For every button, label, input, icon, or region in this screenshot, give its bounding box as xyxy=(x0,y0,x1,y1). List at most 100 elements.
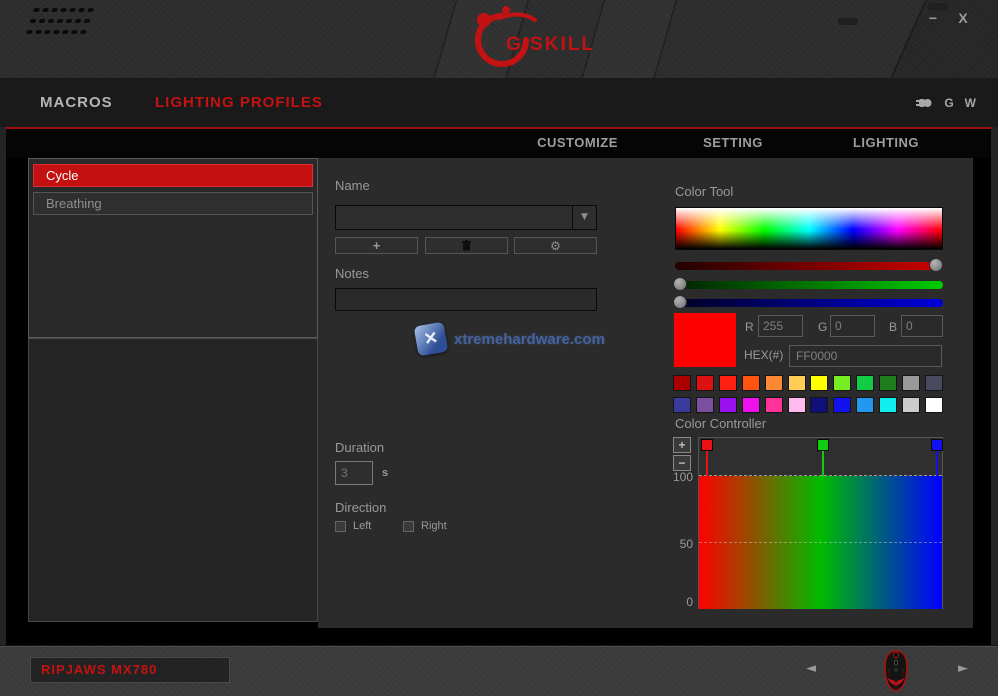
blue-slider[interactable] xyxy=(675,299,943,307)
duration-unit: s xyxy=(382,467,388,479)
menu-item-macros[interactable]: MACROS xyxy=(40,78,113,127)
color-swatch[interactable] xyxy=(856,397,874,413)
device-next-arrow[interactable]: ► xyxy=(958,661,968,676)
color-controller-chart[interactable] xyxy=(698,437,943,609)
axis-label-50: 50 xyxy=(663,537,693,551)
direction-label: Direction xyxy=(335,500,386,515)
frame-edge-right xyxy=(991,127,998,645)
frame-edge-left xyxy=(0,127,6,645)
blue-slider-thumb[interactable] xyxy=(673,295,687,309)
minimize-button[interactable]: − xyxy=(922,8,944,28)
duration-input[interactable] xyxy=(335,461,373,485)
color-swatch[interactable] xyxy=(856,375,874,391)
color-stop-marker[interactable] xyxy=(931,439,943,451)
menu-right-icons: G W xyxy=(916,78,976,127)
watermark-x-icon: ✕ xyxy=(414,322,449,357)
red-slider-thumb[interactable] xyxy=(929,258,943,272)
direction-left-checkbox[interactable] xyxy=(335,521,346,532)
green-slider[interactable] xyxy=(675,281,943,289)
color-swatch[interactable] xyxy=(879,375,897,391)
color-swatch[interactable] xyxy=(833,397,851,413)
close-button[interactable]: X xyxy=(952,8,974,28)
color-swatch[interactable] xyxy=(719,375,737,391)
g-value-input[interactable] xyxy=(830,315,875,337)
color-tool-title: Color Tool xyxy=(675,184,733,199)
profile-list-panel: Cycle Breathing xyxy=(28,158,318,338)
color-swatch[interactable] xyxy=(833,375,851,391)
profile-name-value xyxy=(336,210,342,224)
profile-list-lower-panel xyxy=(28,338,318,622)
r-label: R xyxy=(745,320,754,334)
axis-label-100: 100 xyxy=(663,470,693,484)
delete-profile-button[interactable] xyxy=(425,237,508,254)
gear-icon: ⚙ xyxy=(550,240,561,252)
profile-item-cycle[interactable]: Cycle xyxy=(33,164,313,187)
status-bar: RIPJAWS MX780 ◄ ► xyxy=(0,645,998,696)
menu-item-lighting-profiles[interactable]: LIGHTING PROFILES xyxy=(155,78,323,127)
tab-setting[interactable]: SETTING xyxy=(660,129,806,158)
gridline-100 xyxy=(699,475,942,476)
direction-right-checkbox[interactable] xyxy=(403,521,414,532)
direction-left-label: Left xyxy=(353,520,371,532)
color-preview-swatch xyxy=(674,313,736,367)
device-prev-arrow[interactable]: ◄ xyxy=(806,661,816,676)
color-stop-marker[interactable] xyxy=(817,439,829,451)
notes-input[interactable] xyxy=(335,288,597,311)
remove-color-stop-button[interactable]: − xyxy=(673,455,691,471)
b-value-input[interactable] xyxy=(901,315,943,337)
color-swatch[interactable] xyxy=(879,397,897,413)
color-swatch[interactable] xyxy=(810,397,828,413)
color-swatch[interactable] xyxy=(742,397,760,413)
trash-icon xyxy=(462,240,471,251)
add-color-stop-button[interactable]: + xyxy=(673,437,691,453)
connector-icon[interactable] xyxy=(916,97,933,109)
device-name-badge: RIPJAWS MX780 xyxy=(30,657,230,683)
color-swatch[interactable] xyxy=(742,375,760,391)
profile-item-breathing[interactable]: Breathing xyxy=(33,192,313,215)
color-stop-stem xyxy=(822,451,824,476)
color-swatch[interactable] xyxy=(902,375,920,391)
axis-label-0: 0 xyxy=(663,595,693,609)
name-label: Name xyxy=(335,178,370,193)
tab-strip: CUSTOMIZE SETTING LIGHTING xyxy=(0,129,998,158)
tab-lighting[interactable]: LIGHTING xyxy=(810,129,962,158)
direction-right-label: Right xyxy=(421,520,447,532)
color-swatch[interactable] xyxy=(765,397,783,413)
profile-name-dropdown[interactable]: ▼ xyxy=(335,205,597,230)
menu-letter-w[interactable]: W xyxy=(965,96,976,110)
gskill-logo: G.SKILL xyxy=(440,4,630,74)
mouse-device-icon[interactable] xyxy=(876,648,916,695)
color-swatch[interactable] xyxy=(673,375,691,391)
menu-letter-g[interactable]: G xyxy=(944,96,953,110)
red-slider[interactable] xyxy=(675,262,943,270)
tab-customize[interactable]: CUSTOMIZE xyxy=(500,129,655,158)
green-slider-thumb[interactable] xyxy=(673,277,687,291)
menu-bar: MACROS LIGHTING PROFILES G W xyxy=(0,78,998,127)
color-swatch[interactable] xyxy=(696,397,714,413)
color-swatch[interactable] xyxy=(925,397,943,413)
chevron-down-icon[interactable]: ▼ xyxy=(572,206,596,229)
profile-settings-button[interactable]: ⚙ xyxy=(514,237,597,254)
g-label: G xyxy=(818,320,827,334)
color-swatch[interactable] xyxy=(765,375,783,391)
color-swatch[interactable] xyxy=(810,375,828,391)
color-spectrum-picker[interactable] xyxy=(675,207,943,250)
svg-text:G.SKILL: G.SKILL xyxy=(506,34,595,55)
hex-value-input[interactable] xyxy=(789,345,942,367)
color-swatch[interactable] xyxy=(788,375,806,391)
color-swatch[interactable] xyxy=(925,375,943,391)
app-window: G.SKILL − X MACROS LIGHTING PROFILES G W… xyxy=(0,0,998,696)
r-value-input[interactable] xyxy=(758,315,803,337)
notes-label: Notes xyxy=(335,266,369,281)
add-profile-button[interactable]: + xyxy=(335,237,418,254)
chassis-slot xyxy=(838,18,858,25)
color-stop-marker[interactable] xyxy=(701,439,713,451)
color-swatch[interactable] xyxy=(673,397,691,413)
title-bar: G.SKILL − X xyxy=(0,0,998,78)
color-swatch[interactable] xyxy=(719,397,737,413)
color-controller-title: Color Controller xyxy=(675,416,766,431)
color-swatch[interactable] xyxy=(902,397,920,413)
color-swatch[interactable] xyxy=(696,375,714,391)
color-stop-stem xyxy=(706,451,708,476)
color-swatch[interactable] xyxy=(788,397,806,413)
